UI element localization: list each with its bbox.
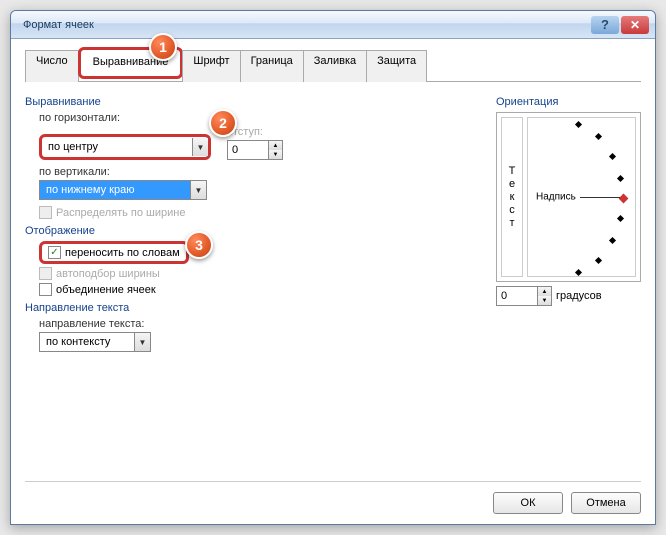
autofit-checkbox xyxy=(39,267,52,280)
merge-checkbox[interactable] xyxy=(39,283,52,296)
indent-value[interactable] xyxy=(228,141,268,159)
tab-fill[interactable]: Заливка xyxy=(303,50,367,82)
orientation-group-label: Ориентация xyxy=(496,96,641,108)
degrees-spinner[interactable]: ▲▼ xyxy=(496,286,552,306)
tab-protection[interactable]: Защита xyxy=(366,50,427,82)
cancel-button[interactable]: Отмена xyxy=(571,492,641,514)
degrees-value[interactable] xyxy=(497,287,537,305)
button-bar: ОК Отмена xyxy=(25,481,641,514)
right-column: Ориентация Текст Надпись xyxy=(496,90,641,481)
merge-label: объединение ячеек xyxy=(56,284,156,296)
dropdown-icon: ▼ xyxy=(134,333,150,351)
callout-marker-3: 3 xyxy=(185,231,213,259)
orientation-caption: Надпись xyxy=(536,192,576,203)
spinner-arrows[interactable]: ▲▼ xyxy=(268,141,282,159)
indent-spinner[interactable]: ▲▼ xyxy=(227,140,283,160)
vertical-value: по нижнему краю xyxy=(40,184,190,196)
tab-font[interactable]: Шрифт xyxy=(182,50,240,82)
orientation-arc[interactable]: Надпись xyxy=(527,117,636,277)
dropdown-icon: ▼ xyxy=(192,138,208,156)
orientation-control[interactable]: Текст Надпись xyxy=(496,112,641,282)
dialog-content: 1 2 3 Число Выравнивание Шрифт Граница З… xyxy=(11,39,655,524)
horizontal-combo[interactable]: по центру ▼ xyxy=(39,134,211,160)
spinner-arrows[interactable]: ▲▼ xyxy=(537,287,551,305)
distribute-checkbox xyxy=(39,206,52,219)
wrap-label: переносить по словам xyxy=(65,247,180,259)
callout-marker-2: 2 xyxy=(209,109,237,137)
alignment-group-label: Выравнивание xyxy=(25,96,476,108)
main-area: Выравнивание по горизонтали: по центру ▼… xyxy=(25,90,641,481)
horizontal-value: по центру xyxy=(42,141,192,153)
window-buttons: ? ✕ xyxy=(591,16,649,34)
titlebar: Формат ячеек ? ✕ xyxy=(11,11,655,39)
vertical-combo[interactable]: по нижнему краю ▼ xyxy=(39,180,207,200)
left-column: Выравнивание по горизонтали: по центру ▼… xyxy=(25,90,476,481)
callout-marker-1: 1 xyxy=(149,33,177,61)
textdir-label: направление текста: xyxy=(39,318,476,330)
distribute-label: Распределять по ширине xyxy=(56,207,185,219)
textdir-group-label: Направление текста xyxy=(25,302,476,314)
orientation-vertical-text[interactable]: Текст xyxy=(501,117,523,277)
window-title: Формат ячеек xyxy=(17,19,591,31)
dropdown-icon: ▼ xyxy=(190,181,206,199)
textdir-combo[interactable]: по контексту ▼ xyxy=(39,332,151,352)
vertical-label: по вертикали: xyxy=(39,166,476,178)
horizontal-label: по горизонтали: xyxy=(39,112,476,124)
tab-border[interactable]: Граница xyxy=(240,50,304,82)
textdir-value: по контексту xyxy=(40,336,134,348)
dialog-window: Формат ячеек ? ✕ 1 2 3 Число Выравнивани… xyxy=(10,10,656,525)
ok-button[interactable]: ОК xyxy=(493,492,563,514)
tab-strip: Число Выравнивание Шрифт Граница Заливка… xyxy=(25,49,641,82)
wrap-row: ✓ переносить по словам xyxy=(39,241,189,264)
display-group-label: Отображение xyxy=(25,225,476,237)
close-button[interactable]: ✕ xyxy=(621,16,649,34)
autofit-label: автоподбор ширины xyxy=(56,268,160,280)
degrees-label: градусов xyxy=(556,290,602,302)
tab-number[interactable]: Число xyxy=(25,50,79,82)
wrap-checkbox[interactable]: ✓ xyxy=(48,246,61,259)
help-button[interactable]: ? xyxy=(591,16,619,34)
